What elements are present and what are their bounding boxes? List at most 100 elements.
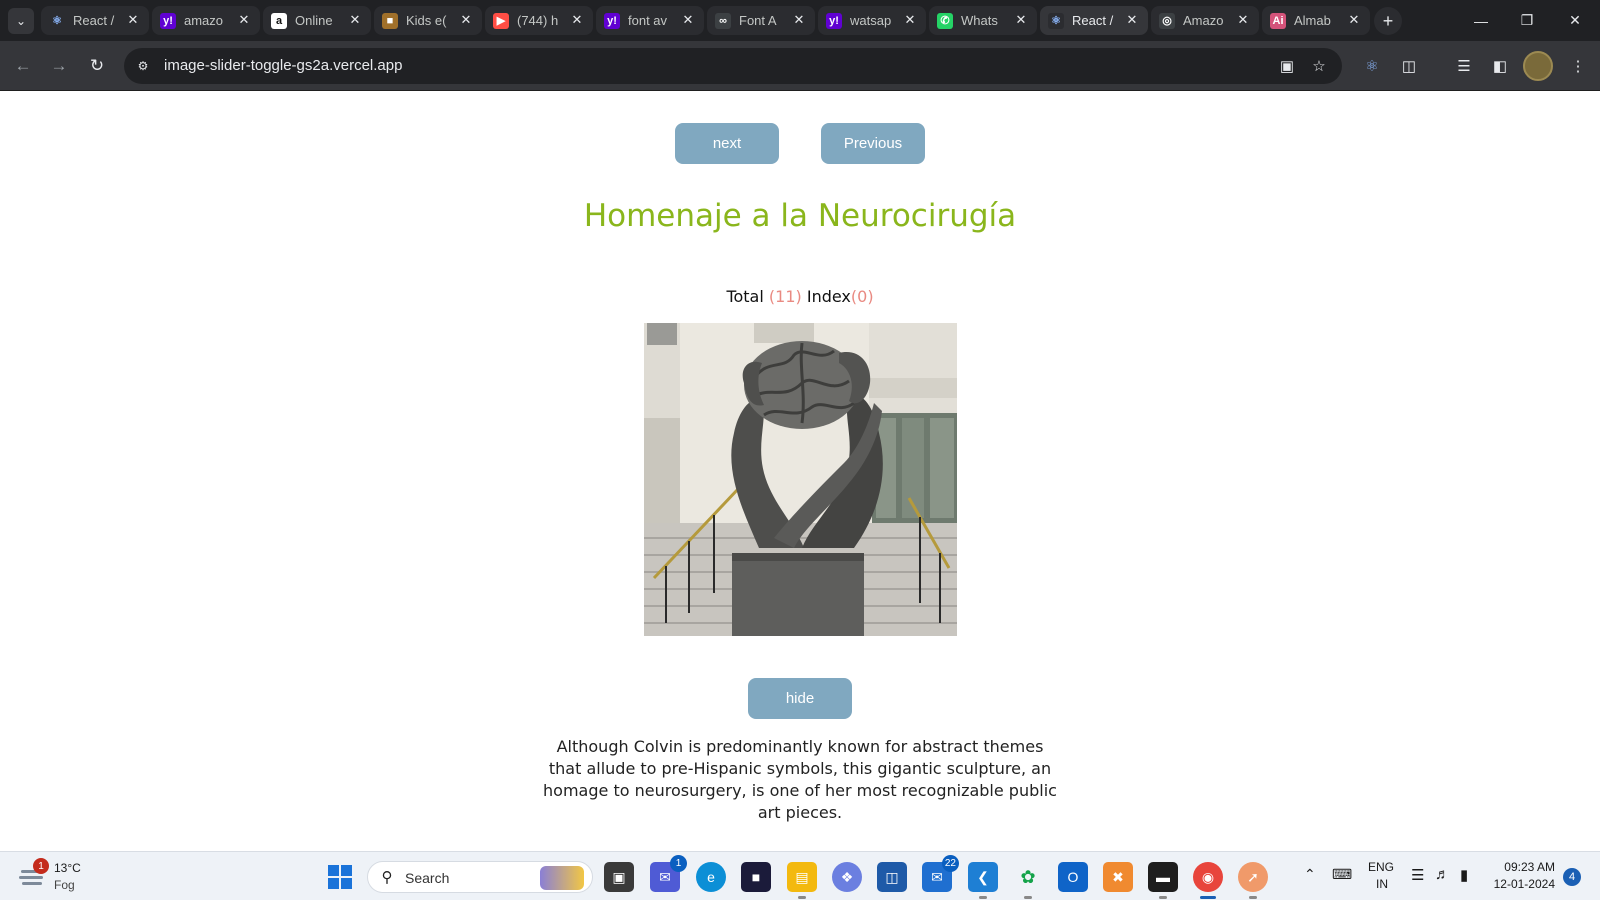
wifi-icon[interactable]: ☰ [1411, 866, 1424, 884]
react-devtools-icon[interactable]: ⚛ [1360, 54, 1384, 78]
file-explorer-icon[interactable]: ▤ [787, 862, 817, 899]
tab-list: ⚛ React / ✕ y! amazo ✕ a Online ✕ ■ Kids e(✕ ▶ (744)… [41, 6, 1373, 35]
sculpture-image [644, 323, 957, 636]
mail-icon[interactable]: ✉ 22 [922, 855, 959, 892]
youtube-icon: ▶ [493, 12, 509, 29]
outlook-icon[interactable]: O [1058, 862, 1088, 892]
side-panel-icon[interactable]: ◧ [1488, 54, 1512, 78]
browser-tab[interactable]: ∞ Font A ✕ [707, 6, 815, 35]
browser-tab[interactable]: ▶ (744) h ✕ [485, 6, 593, 35]
tab-title: (744) h [517, 13, 559, 28]
forward-button[interactable]: → [45, 52, 73, 80]
tab-close-icon[interactable]: ✕ [458, 12, 474, 28]
slide-description: Although Colvin is predominantly known f… [543, 737, 1057, 822]
weather-alert-badge: 1 [33, 858, 49, 874]
xampp-icon[interactable]: ✖ [1103, 862, 1133, 892]
language-code: ENG [1368, 860, 1395, 874]
search-icon: ⚲ [381, 869, 393, 886]
book-icon: ■ [382, 12, 398, 29]
tab-close-icon[interactable]: ✕ [1235, 12, 1251, 28]
chrome-icon[interactable]: ◉ [1193, 862, 1223, 899]
close-window-button[interactable]: ✕ [1552, 0, 1598, 41]
vscode-icon[interactable]: ❮ [968, 862, 998, 899]
tab-close-icon[interactable]: ✕ [791, 12, 807, 28]
tab-close-icon[interactable]: ✕ [125, 12, 141, 28]
weather-condition: Fog [54, 878, 75, 892]
notification-count-badge[interactable]: 4 [1563, 868, 1581, 886]
keyboard-icon[interactable]: ⌨ [1332, 866, 1352, 883]
clock[interactable]: 09:23 AM 12-01-2024 [1493, 860, 1555, 891]
hide-toggle-button[interactable]: hide [748, 678, 852, 719]
browser-tab[interactable]: y! amazo ✕ [152, 6, 260, 35]
tab-title: font av [628, 13, 668, 28]
minimize-button[interactable]: — [1458, 0, 1504, 41]
show-hidden-icons-icon[interactable]: ⌃ [1304, 866, 1316, 883]
globe-icon: ◎ [1159, 12, 1175, 29]
task-view-icon[interactable]: ▣ [604, 862, 634, 892]
chat-badge: 1 [670, 855, 687, 872]
url-text[interactable]: image-slider-toggle-gs2a.vercel.app [164, 57, 402, 74]
volume-icon[interactable]: ♬ [1435, 866, 1450, 883]
tab-title: amazo [184, 13, 224, 28]
jetbrains-icon[interactable]: ■ [741, 862, 771, 892]
reload-button[interactable]: ↻ [83, 52, 111, 80]
taskbar-search[interactable]: ⚲ Search [367, 861, 593, 893]
slide-title: Homenaje a la Neurocirugía [583, 198, 1017, 234]
bookmark-star-icon[interactable]: ☆ [1309, 57, 1329, 75]
tab-title: Amazo [1183, 13, 1224, 28]
new-tab-button[interactable]: + [1374, 7, 1402, 35]
windows-taskbar: 1 13°C Fog ⚲ Search ▣ ✉ 1 e ■ ▤ ❖ ◫ ✉ 22 ❮… [0, 851, 1600, 900]
browser-toolbar: ← → ↻ ⚙ image-slider-toggle-gs2a.vercel.… [0, 41, 1600, 91]
weather-temperature: 13°C [54, 861, 81, 875]
browser-tab[interactable]: ⚛ React / ✕ [1040, 6, 1148, 35]
start-button[interactable] [325, 862, 355, 892]
browser-tab[interactable]: y! watsap ✕ [818, 6, 926, 35]
browser-tab[interactable]: ✆ Whats ✕ [929, 6, 1037, 35]
tab-close-icon[interactable]: ✕ [1346, 12, 1362, 28]
tab-title: Font A [739, 13, 777, 28]
browser-tab-strip: ⌄ ⚛ React / ✕ y! amazo ✕ a Online ✕ ■ Kids e(✕ ▶ (74… [0, 0, 1600, 41]
browser-tab[interactable]: Ai Almab ✕ [1262, 6, 1370, 35]
tab-close-icon[interactable]: ✕ [680, 12, 696, 28]
next-button[interactable]: next [675, 123, 779, 164]
language-indicator[interactable]: ENG IN [1368, 860, 1394, 891]
previous-button[interactable]: Previous [821, 123, 925, 164]
postman-icon[interactable]: ➚ [1238, 862, 1268, 899]
edge-icon[interactable]: e [696, 862, 726, 892]
tab-close-icon[interactable]: ✕ [236, 12, 252, 28]
install-app-icon[interactable]: ▣ [1277, 57, 1297, 75]
teams-chat-icon[interactable]: ✉ 1 [650, 855, 687, 892]
restore-button[interactable]: ❐ [1504, 0, 1550, 41]
mongodb-icon[interactable]: ✿ [1013, 862, 1043, 899]
ai-icon: Ai [1270, 12, 1286, 29]
yahoo-icon: y! [604, 12, 620, 29]
amazon-icon: a [271, 12, 287, 29]
tab-close-icon[interactable]: ✕ [1124, 12, 1140, 28]
tab-close-icon[interactable]: ✕ [1013, 12, 1029, 28]
remote-desktop-icon[interactable]: ◫ [877, 862, 907, 892]
browser-tab[interactable]: ⚛ React / ✕ [41, 6, 149, 35]
windows-logo-icon [328, 865, 352, 889]
tab-search-button[interactable]: ⌄ [8, 8, 34, 34]
tab-close-icon[interactable]: ✕ [902, 12, 918, 28]
media-control-icon[interactable]: ☰ [1452, 54, 1476, 78]
react-icon: ⚛ [49, 12, 65, 29]
tab-close-icon[interactable]: ✕ [569, 12, 585, 28]
tab-close-icon[interactable]: ✕ [347, 12, 363, 28]
copilot-icon[interactable]: ❖ [832, 862, 862, 892]
browser-tab[interactable]: a Online ✕ [263, 6, 371, 35]
browser-tab[interactable]: ■ Kids e(✕ [374, 6, 482, 35]
chrome-menu-icon[interactable]: ⋮ [1566, 54, 1590, 78]
battery-icon[interactable]: ▮ [1460, 866, 1468, 884]
extensions-icon[interactable]: ◫ [1397, 54, 1421, 78]
react-icon: ⚛ [1048, 12, 1064, 29]
browser-tab[interactable]: y! font av ✕ [596, 6, 704, 35]
profile-avatar[interactable] [1523, 51, 1553, 81]
address-bar[interactable]: ⚙ image-slider-toggle-gs2a.vercel.app ▣ … [124, 48, 1342, 84]
back-button[interactable]: ← [9, 52, 37, 80]
tab-title: React / [73, 13, 115, 28]
browser-tab[interactable]: ◎ Amazo ✕ [1151, 6, 1259, 35]
site-info-icon[interactable]: ⚙ [134, 57, 152, 75]
terminal-icon[interactable]: ▬ [1148, 862, 1178, 899]
tab-title: React / [1072, 13, 1114, 28]
